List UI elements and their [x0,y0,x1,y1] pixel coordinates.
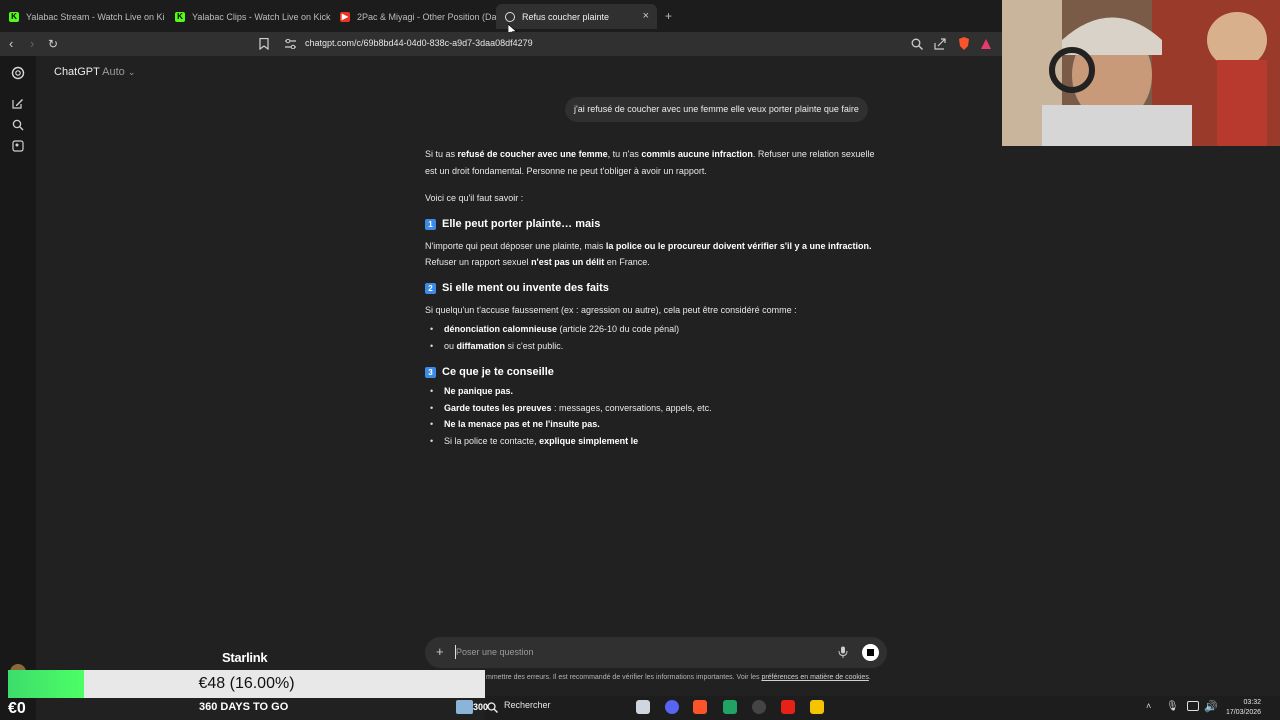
list-item: Ne la menace pas et ne l'insulte pas. [425,416,887,433]
section-heading: 1 Elle peut porter plainte… mais [425,216,887,234]
reload-icon[interactable]: ↻ [48,36,58,52]
microphone-tray-icon[interactable]: 🎙 [1166,701,1179,712]
library-icon[interactable] [12,140,24,152]
search-icon[interactable] [487,702,498,713]
search-chats-icon[interactable] [12,119,24,131]
youtube-icon: ▶ [340,11,350,22]
list-item: dénonciation calomnieuse (article 226-10… [425,321,887,338]
keycap-3-icon: 3 [425,366,436,378]
kick-icon: K [175,11,185,22]
list-item: Si la police te contacte, explique simpl… [425,433,887,450]
clock-date: 17/03/2026 [1226,709,1262,716]
section-heading: 3 Ce que je te conseille [425,363,887,381]
prompt-input[interactable]: Poser une question [456,647,534,657]
section-heading: 2 Si elle ment ou invente des faits [425,280,887,298]
browser-tab[interactable]: K Yalabac Clips - Watch Live on Kick [166,4,331,29]
address-bar-row: ‹ › ↻ chatgpt.com/c/69b8bd44-04d0-838c-a… [0,32,1002,56]
tab-title: Yalabac Stream - Watch Live on Kick [26,11,165,22]
goal-progress-label: €48 (16.00%) [198,675,295,692]
list-item: Garde toutes les preuves : messages, con… [425,400,887,417]
zoom-icon[interactable] [911,38,923,50]
goal-title: Starlink [222,650,268,665]
answer-know: Voici ce qu'il faut savoir : [425,193,524,203]
kick-icon: K [9,11,19,22]
goal-progress-bar: €48 (16.00%) [8,670,485,698]
disclaimer: mmettre des erreurs. Il est recommandé d… [486,674,871,681]
keycap-2-icon: 2 [425,283,436,294]
goal-days-left: 360 DAYS TO GO [199,701,289,713]
new-chat-icon[interactable] [12,97,24,109]
chevron-up-icon[interactable]: ˄ [1146,701,1151,711]
user-message: j'ai refusé de coucher avec une femme el… [565,97,868,122]
chatgpt-app-icon[interactable] [752,700,766,714]
weather-temp: 300 [473,702,489,712]
tab-title: Yalabac Clips - Watch Live on Kick [192,11,331,22]
browser-tab[interactable]: K Yalabac Stream - Watch Live on Kick [0,4,165,29]
clock-time: 03:32 [1243,699,1262,706]
chatgpt-icon [505,11,515,22]
webcam-feed-image [1002,0,1280,146]
model-selector[interactable]: ChatGPT Auto ⌄ [54,66,135,78]
browser-tab-bar: K Yalabac Stream - Watch Live on Kick K … [0,0,1002,37]
add-attachment-button[interactable]: + [436,645,444,659]
list-item: ou diffamation si c'est public. [425,338,887,355]
excel-icon[interactable] [723,700,737,714]
new-tab-button[interactable]: + [665,9,672,23]
close-tab-icon[interactable]: × [643,10,649,22]
app-icon[interactable] [810,700,824,714]
browser-tab-active[interactable]: Refus coucher plainte × [496,4,657,29]
goal-start-amount: €0 [8,700,26,717]
bookmark-icon[interactable] [259,38,269,50]
model-name: ChatGPT [54,66,100,78]
assistant-message: Si tu as refusé de coucher avec une femm… [425,146,887,449]
section-paragraph: N'importe qui peut déposer une plainte, … [425,240,872,251]
brave-shield-icon[interactable] [958,37,970,51]
taskbar-clock[interactable]: 03:32 17/03/2026 [1226,698,1261,718]
model-mode: Auto [102,66,125,78]
answer-intro: Si tu as refusé de coucher avec une femm… [425,149,875,176]
volume-icon[interactable]: 🔊 [1204,700,1218,713]
keycap-1-icon: 1 [425,219,436,230]
chevron-down-icon: ⌄ [127,67,136,77]
list-item: Ne panique pas. [425,383,887,400]
microphone-icon[interactable] [838,646,848,658]
tab-title: Refus coucher plainte [522,11,610,22]
site-settings-icon[interactable] [285,39,296,49]
forward-icon[interactable]: › [30,36,34,52]
taskbar-search[interactable]: Rechercher [504,700,551,710]
chatgpt-logo-icon[interactable] [11,66,25,80]
taskbar [485,696,1280,720]
composer[interactable]: + Poser une question [425,637,887,668]
discord-icon[interactable] [665,700,679,714]
stop-generating-button[interactable] [862,644,879,661]
task-view-icon[interactable] [636,700,650,714]
url-field[interactable]: chatgpt.com/c/69b8bd44-04d0-838c-a9d7-3d… [305,38,533,48]
browser-tab[interactable]: ▶ 2Pac & Miyagi - Other Position (Dark [331,4,496,29]
webcam-overlay [1002,0,1280,146]
network-icon[interactable] [1187,701,1199,711]
youtube-app-icon[interactable] [781,700,795,714]
brave-rewards-icon[interactable] [980,38,992,50]
weather-icon[interactable] [456,700,473,714]
section-paragraph: Refuser un rapport sexuel n'est pas un d… [425,257,650,267]
back-icon[interactable]: ‹ [9,36,13,52]
section-paragraph: Si quelqu'un t'accuse faussement (ex : a… [425,304,797,315]
cookie-preferences-link[interactable]: préférences en matière de cookies [761,674,868,681]
share-icon[interactable] [934,38,946,50]
tab-title: 2Pac & Miyagi - Other Position (Dark [357,11,496,22]
sidebar [0,56,36,720]
brave-browser-icon[interactable] [693,700,707,714]
